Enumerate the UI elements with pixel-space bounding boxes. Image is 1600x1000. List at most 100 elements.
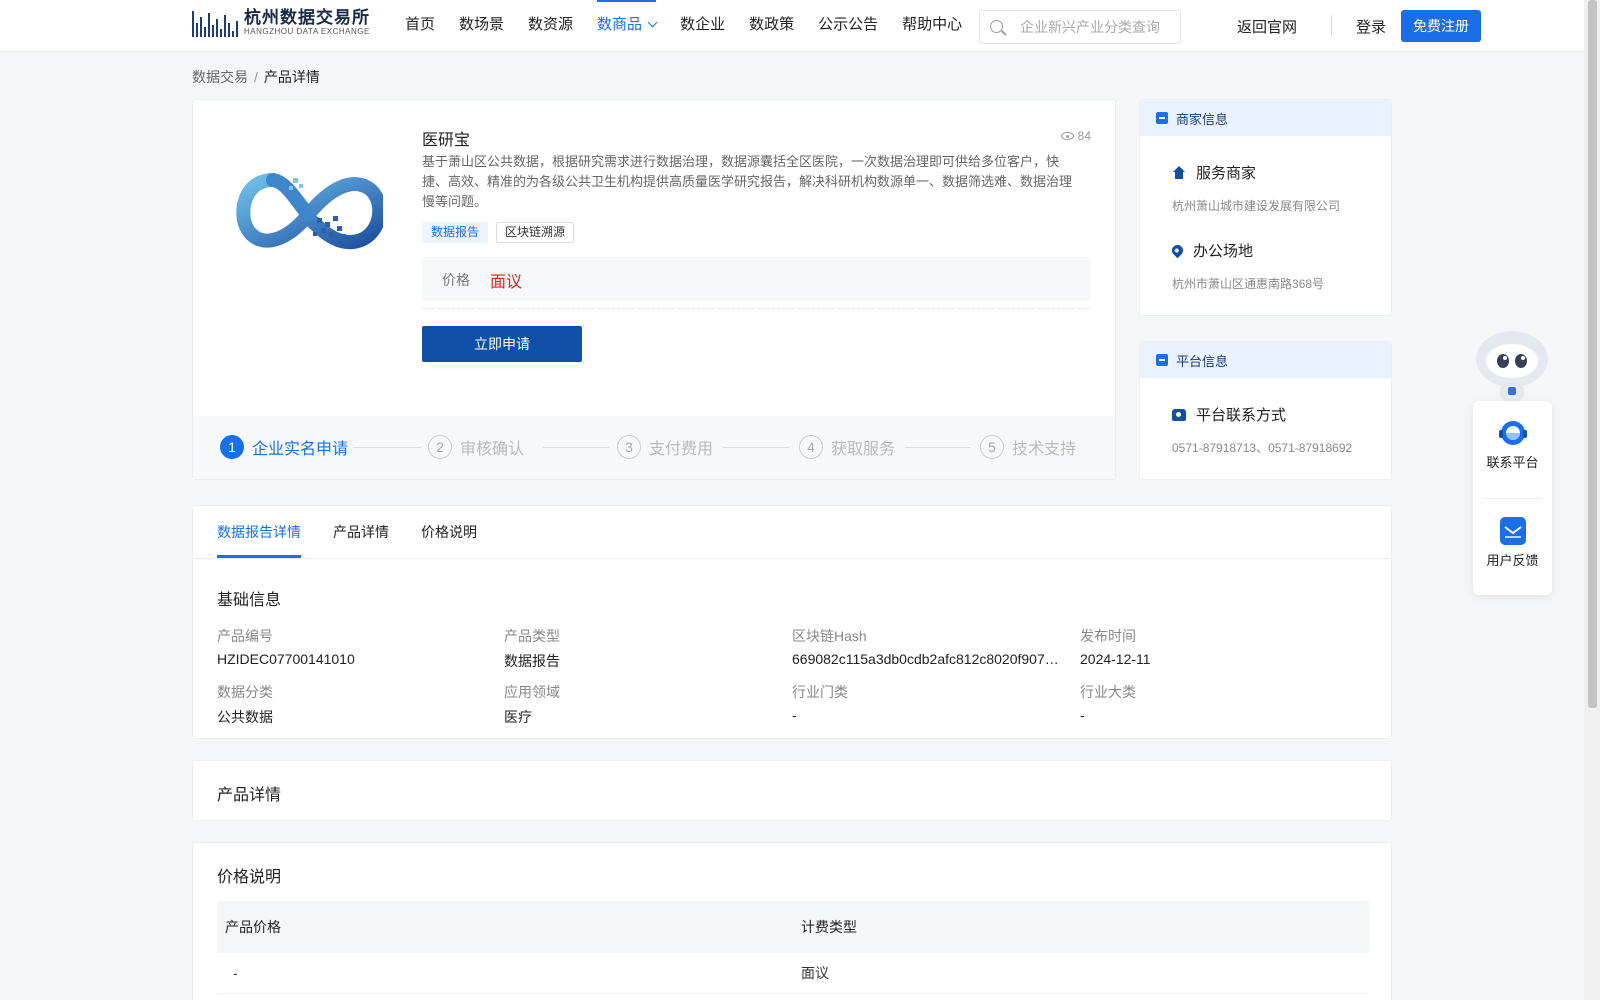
platform-contact-row: 平台联系方式 [1172,404,1286,425]
card-icon [1156,354,1168,366]
logo-subtitle: HANGZHOU DATA EXCHANGE [244,27,370,36]
platform-contact-label: 平台联系方式 [1196,407,1287,424]
page-scrollbar[interactable] [1584,0,1600,1000]
search-input[interactable] [1020,11,1175,43]
platform-info-title: 平台信息 [1176,353,1229,369]
field-key: 数据分类 [217,684,273,700]
step-connector [543,447,609,448]
application-steps: 1 企业实名申请 2 审核确认 3 支付费用 4 获取服务 5 技术支持 [193,416,1115,479]
field-product-id: 产品编号 HZIDEC07700141010 [217,626,487,667]
merchant-info-title: 商家信息 [1176,111,1229,127]
field-key: 行业门类 [792,684,848,700]
field-value: 公共数据 [217,709,273,725]
feedback-mail-icon [1499,517,1526,545]
view-count-value: 84 [1077,129,1091,143]
field-value: 2024-12-11 [1080,651,1151,667]
step-number: 4 [799,435,823,459]
breadcrumb-current: 产品详情 [263,69,320,85]
assistant-robot-icon[interactable] [1472,325,1552,403]
price-table: 产品价格 计费类型 - 面议 [217,901,1369,994]
nav-products[interactable]: 数商品 [585,0,668,52]
platform-info-card: 平台信息 平台联系方式 0571-87918713、0571-87918692 [1139,341,1392,480]
field-key: 发布时间 [1080,628,1136,644]
back-to-official-site-link[interactable]: 返回官网 [1237,16,1297,37]
service-merchant-row: 服务商家 [1172,162,1256,183]
field-data-category: 数据分类 公共数据 [217,682,487,727]
field-blockchain-hash: 区块链Hash 669082c115a3db0cdb2afc812c8020f90… [792,626,1062,667]
step-connector [723,447,789,448]
nav-enterprises[interactable]: 数企业 [668,0,737,52]
floating-service-panel: 联系平台 用户反馈 [1473,401,1552,595]
product-detail-section: 产品详情 [192,760,1392,821]
step-label: 支付费用 [649,441,714,458]
merchant-info-card: 商家信息 服务商家 杭州萧山城市建设发展有限公司 办公场地 杭州市萧山区通惠南路… [1139,99,1392,316]
headset-icon [1498,421,1527,445]
logo-title: 杭州数据交易所 [244,8,370,27]
nav-products-label: 数商品 [597,16,643,33]
tab-report-details[interactable]: 数据报告详情 [217,506,301,558]
step-number: 3 [617,435,641,459]
field-key: 产品编号 [217,628,273,644]
house-icon [1172,165,1186,180]
office-location-row: 办公场地 [1169,240,1254,261]
apply-now-button[interactable]: 立即申请 [422,326,582,362]
step-2: 2 审核确认 [428,435,524,459]
dashed-divider [422,308,1090,309]
contact-platform-button[interactable]: 联系平台 [1473,419,1552,471]
basic-info-title: 基础信息 [217,592,282,609]
nav-policies[interactable]: 数政策 [737,0,806,52]
field-industry-division: 行业大类 - [1080,682,1350,723]
product-summary-card: 医研宝 84 基于萧山区公共数据，根据研究需求进行数据治理，数据源囊括全区医院，… [192,99,1116,480]
field-application-domain: 应用领域 医疗 [504,682,774,727]
price-box: 价格 面议 [422,257,1090,301]
scrollbar-thumb[interactable] [1588,0,1597,708]
tag-data-report: 数据报告 [422,222,489,243]
product-tags: 数据报告 区块链溯源 [422,222,575,243]
office-location-label: 办公场地 [1193,243,1254,260]
tab-price-description[interactable]: 价格说明 [421,506,477,558]
price-description-title: 价格说明 [217,869,282,886]
step-4: 4 获取服务 [799,435,895,459]
field-value: 医疗 [504,709,532,725]
search-icon[interactable] [990,20,1003,33]
column-header-billing-type: 计费类型 [793,901,1369,953]
field-key: 行业大类 [1080,684,1136,700]
search-box [979,10,1181,44]
field-product-type: 产品类型 数据报告 [504,626,774,671]
nav-resources[interactable]: 数资源 [516,0,585,52]
tag-blockchain-trace: 区块链溯源 [496,222,575,243]
tab-product-details[interactable]: 产品详情 [333,506,389,558]
logo-bars-icon [192,9,238,37]
step-label: 企业实名申请 [252,441,349,458]
nav-announcements[interactable]: 公示公告 [806,0,890,52]
product-infinity-logo [236,173,383,249]
step-number: 2 [428,435,452,459]
price-table-header: 产品价格 计费类型 [217,901,1369,953]
tabs-divider [193,558,1391,559]
breadcrumb-separator: / [254,69,258,85]
field-industry-section: 行业门类 - [792,682,1062,723]
product-title: 医研宝 [422,132,471,149]
header-divider [1331,15,1332,37]
step-label: 获取服务 [831,441,896,458]
breadcrumb-root[interactable]: 数据交易 [192,69,248,85]
chevron-down-icon [647,17,658,28]
field-value: HZIDEC07700141010 [217,651,355,667]
card-icon [1156,112,1168,124]
step-label: 审核确认 [460,441,525,458]
field-key: 区块链Hash [792,628,867,644]
user-feedback-button[interactable]: 用户反馈 [1473,515,1552,569]
register-button[interactable]: 免费注册 [1401,10,1481,42]
login-link[interactable]: 登录 [1356,16,1386,37]
telephone-icon [1172,408,1186,421]
product-detail-title: 产品详情 [217,787,282,804]
nav-help-center[interactable]: 帮助中心 [890,0,974,52]
step-connector [905,447,971,448]
price-description-section: 价格说明 产品价格 计费类型 - 面议 [192,842,1392,1000]
service-merchant-value: 杭州萧山城市建设发展有限公司 [1172,199,1341,213]
step-3: 3 支付费用 [617,435,713,459]
logo[interactable]: 杭州数据交易所 HANGZHOU DATA EXCHANGE [192,9,370,37]
nav-home[interactable]: 首页 [393,0,447,52]
table-row: - 面议 [217,953,1369,994]
nav-scenarios[interactable]: 数场景 [447,0,516,52]
